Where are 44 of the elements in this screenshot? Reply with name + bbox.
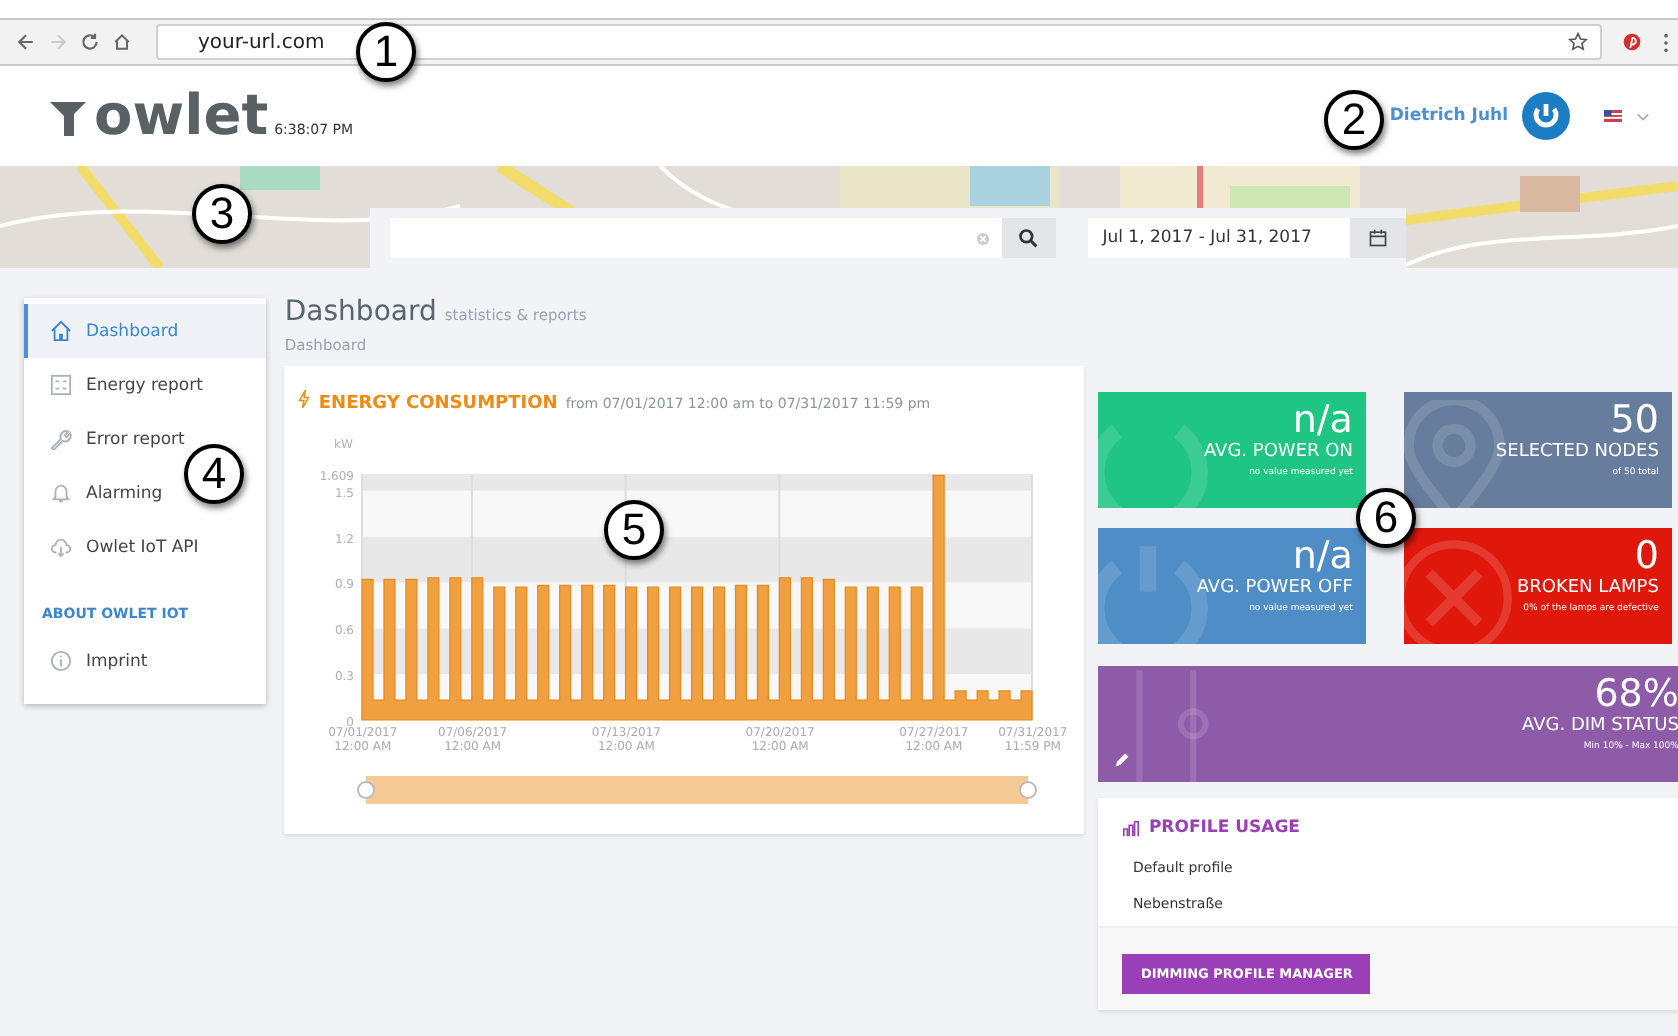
tile-label: AVG. DIM STATUS [1522, 716, 1678, 738]
chart-title: ENERGY CONSUMPTION [318, 394, 558, 414]
range-handle[interactable] [357, 781, 376, 799]
tile-label: SELECTED NODES [1495, 442, 1659, 464]
tile-value: 50 [1610, 400, 1659, 442]
calendar-button[interactable] [1350, 218, 1406, 258]
home-icon [50, 320, 72, 342]
search-icon [1018, 228, 1039, 248]
nav-item[interactable]: Owlet IoT API [24, 520, 211, 574]
bell-icon [50, 482, 72, 504]
tile-label: BROKEN LAMPS [1516, 578, 1659, 600]
back-icon[interactable] [16, 32, 36, 52]
date-range-field[interactable]: Jul 1, 2017 - Jul 31, 2017 [1088, 218, 1351, 258]
menu-icon[interactable] [1662, 31, 1670, 53]
wrench-icon [50, 428, 72, 450]
tile-value: n/a [1292, 400, 1353, 442]
logo-text: owlet [94, 86, 269, 146]
star-icon[interactable] [1568, 32, 1588, 52]
search-field[interactable] [390, 218, 1002, 258]
pencil-icon[interactable] [1114, 752, 1131, 768]
nav-item[interactable]: Alarming [24, 466, 175, 520]
lightning-icon [298, 390, 311, 408]
logo-mark-icon [48, 98, 88, 138]
home-icon[interactable] [112, 32, 132, 52]
search-button[interactable] [1001, 218, 1057, 258]
page-title: Dashboard [284, 296, 437, 328]
calculator-icon [50, 374, 72, 396]
bar-chart-icon [1122, 819, 1141, 837]
power-icon[interactable] [1522, 92, 1570, 140]
reload-icon[interactable] [80, 32, 100, 52]
tile-value: 68% [1594, 674, 1678, 716]
nav-item[interactable]: Imprint [24, 634, 160, 688]
cloud-download-icon [50, 536, 72, 558]
flag-icon[interactable] [1604, 110, 1622, 122]
tile-value: 0 [1634, 536, 1659, 578]
calendar-icon [1368, 228, 1389, 248]
pin-extension-icon[interactable] [1622, 32, 1642, 52]
tile-label: AVG. POWER OFF [1196, 578, 1353, 600]
tile-value: n/a [1292, 536, 1353, 578]
tile-label: AVG. POWER ON [1203, 442, 1353, 464]
card-title: PROFILE USAGE [1148, 818, 1300, 838]
nav-item[interactable]: Energy report [24, 358, 215, 412]
range-handle[interactable] [1019, 781, 1038, 799]
info-icon [50, 650, 72, 672]
